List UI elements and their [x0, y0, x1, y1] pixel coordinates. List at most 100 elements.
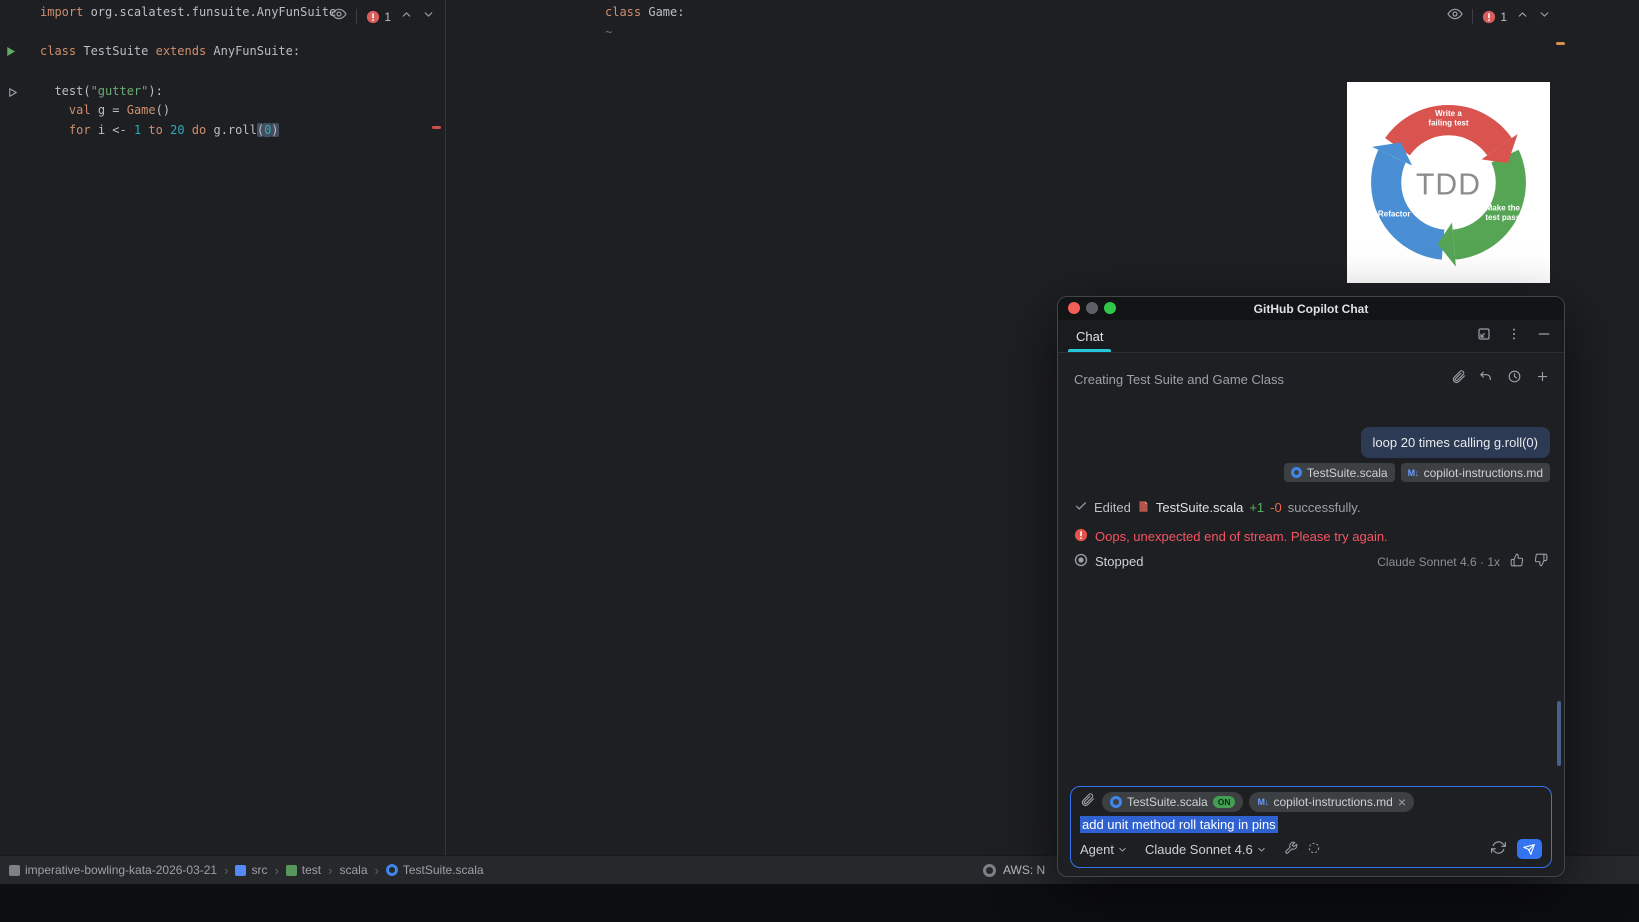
zoom-window-button[interactable]	[1104, 302, 1116, 314]
widget-divider	[1472, 9, 1474, 24]
error-count-badge[interactable]: 1	[366, 10, 391, 24]
model-dropdown[interactable]: Claude Sonnet 4.6	[1145, 842, 1267, 857]
src-folder-icon	[235, 864, 247, 876]
model-label: Claude Sonnet 4.6	[1144, 841, 1253, 857]
next-error-icon[interactable]	[1538, 8, 1551, 26]
prev-error-icon[interactable]	[1516, 8, 1529, 26]
chat-input-box[interactable]: TestSuite.scala ON M↓ copilot-instructions.…	[1070, 786, 1552, 868]
copilot-chat-window[interactable]: GitHub Copilot Chat Chat Creating Test S…	[1057, 296, 1565, 877]
user-message-bubble: loop 20 times calling g.roll(0)	[1360, 427, 1550, 458]
attach-icon[interactable]	[1451, 369, 1466, 389]
send-button[interactable]	[1517, 839, 1542, 859]
scala-test-icon	[385, 864, 398, 876]
warning-stripe-mark[interactable]	[1556, 42, 1565, 45]
attach-icon[interactable]	[1080, 792, 1095, 812]
active-tab-underline	[1068, 349, 1112, 352]
diff-added-count: +1	[1249, 500, 1265, 515]
widget-divider	[356, 9, 358, 24]
breadcrumb-item[interactable]: src	[235, 863, 267, 877]
preview-eye-icon[interactable]	[1447, 6, 1464, 27]
aws-status-widget[interactable]: AWS: N	[983, 863, 1045, 877]
close-window-button[interactable]	[1068, 302, 1080, 314]
chevron-down-icon	[1119, 847, 1126, 852]
close-icon[interactable]: ×	[1398, 795, 1406, 809]
chat-scrollbar[interactable]	[1557, 701, 1561, 766]
run-test-gutter-icon[interactable]	[7, 85, 18, 103]
breadcrumb-separator: ›	[274, 862, 279, 878]
code-line[interactable]: class TestSuite extends AnyFunSuite:	[40, 42, 445, 62]
error-message-row: Oops, unexpected end of stream. Please t…	[1074, 528, 1548, 545]
chat-input-text[interactable]: add unit method roll taking in pins	[1080, 816, 1278, 833]
chip-on-badge[interactable]: ON	[1212, 796, 1236, 808]
context-chip[interactable]: M↓ copilot-instructions.md ×	[1249, 792, 1415, 812]
code-line[interactable]	[40, 62, 445, 82]
input-context-row: TestSuite.scala ON M↓ copilot-instructions.…	[1080, 792, 1542, 812]
breadcrumb-item[interactable]: test	[285, 863, 321, 877]
error-count-badge[interactable]: 1	[1482, 10, 1507, 24]
edited-status-row: Edited TestSuite.scala +1 -0 successfull…	[1074, 499, 1548, 516]
aws-status-text: AWS: N	[1003, 863, 1046, 877]
chat-tab-bar: Chat	[1058, 320, 1564, 353]
tdd-diagram: Write a failing test Make the test pass Re…	[1371, 105, 1526, 267]
project-icon	[9, 864, 20, 876]
check-icon	[1074, 499, 1088, 516]
code-line[interactable]: test("gutter"):	[40, 82, 445, 102]
code-editor-left[interactable]: import org.scalatest.funsuite.AnyFunSuit…	[0, 0, 445, 855]
regenerate-icon[interactable]	[1491, 840, 1506, 858]
inspection-widget-left[interactable]: 1	[331, 6, 435, 27]
stopped-status-row: Stopped Claude Sonnet 4.6 · 1x	[1074, 553, 1548, 570]
aws-status-icon	[983, 863, 996, 877]
context-chip[interactable]: M↓ copilot-instructions.md	[1400, 463, 1550, 482]
code-line[interactable]: for i <- 1 to 20 do g.roll(0)	[40, 121, 445, 141]
input-text-row[interactable]: add unit method roll taking in pins	[1080, 816, 1542, 833]
mode-dropdown[interactable]: Agent	[1080, 842, 1128, 857]
error-count: 1	[1500, 9, 1507, 24]
edited-action-label: Edited	[1094, 500, 1131, 515]
thumbs-down-icon[interactable]	[1534, 553, 1548, 570]
breadcrumb-item[interactable]: scala	[339, 863, 367, 877]
window-title: GitHub Copilot Chat	[1253, 301, 1369, 316]
breadcrumb-separator: ›	[328, 862, 333, 878]
error-stripe-mark[interactable]	[432, 126, 441, 129]
minimize-window-button[interactable]	[1086, 302, 1098, 314]
next-error-icon[interactable]	[422, 8, 435, 26]
chip-label: TestSuite.scala	[1306, 465, 1388, 480]
mode-label: Agent	[1080, 841, 1114, 857]
chevron-down-icon	[1257, 847, 1265, 852]
chat-titlebar[interactable]: GitHub Copilot Chat	[1058, 297, 1564, 320]
error-icon	[1483, 10, 1496, 23]
preview-eye-icon[interactable]	[331, 6, 348, 27]
thumbs-up-icon[interactable]	[1510, 553, 1524, 570]
breadcrumb-item[interactable]: TestSuite.scala	[385, 863, 484, 877]
context-chip[interactable]: TestSuite.scala ON	[1102, 792, 1244, 812]
hide-panel-icon[interactable]	[1536, 326, 1552, 347]
tdd-center-text: TDD	[1416, 169, 1481, 202]
context-chip[interactable]: TestSuite.scala	[1283, 463, 1395, 482]
tools-icon[interactable]	[1284, 841, 1298, 858]
inspection-widget-right[interactable]: 1	[1447, 6, 1551, 27]
chip-label: copilot-instructions.md	[1273, 795, 1393, 809]
new-chat-icon[interactable]	[1535, 369, 1550, 389]
model-note: Claude Sonnet 4.6 · 1x	[1377, 554, 1500, 569]
run-class-gutter-icon[interactable]	[4, 45, 17, 63]
history-icon[interactable]	[1507, 369, 1522, 389]
send-plane-icon	[1523, 843, 1535, 855]
breadcrumb-label: scala	[339, 863, 368, 877]
breadcrumb-separator: ›	[374, 862, 379, 878]
scala-test-icon	[1290, 467, 1302, 478]
desktop-background	[0, 884, 1639, 922]
scala-test-icon	[1110, 796, 1122, 808]
edited-file-name[interactable]: TestSuite.scala	[1156, 500, 1243, 515]
input-context-chips: TestSuite.scala ON M↓ copilot-instructions.…	[1102, 792, 1415, 812]
code-line[interactable]: val g = Game()	[40, 101, 445, 121]
undo-icon[interactable]	[1479, 369, 1494, 389]
breadcrumb-separator: ›	[224, 862, 229, 878]
dashed-circle-icon[interactable]	[1307, 841, 1321, 858]
open-in-editor-icon[interactable]	[1476, 326, 1492, 347]
kebab-menu-icon[interactable]	[1506, 326, 1522, 347]
tab-chat[interactable]: Chat	[1068, 320, 1112, 352]
breadcrumb-label: imperative-bowling-kata-2026-03-21	[25, 863, 218, 877]
breadcrumb-item[interactable]: imperative-bowling-kata-2026-03-21	[9, 863, 217, 877]
tab-chat-label: Chat	[1076, 328, 1104, 344]
prev-error-icon[interactable]	[400, 8, 413, 26]
